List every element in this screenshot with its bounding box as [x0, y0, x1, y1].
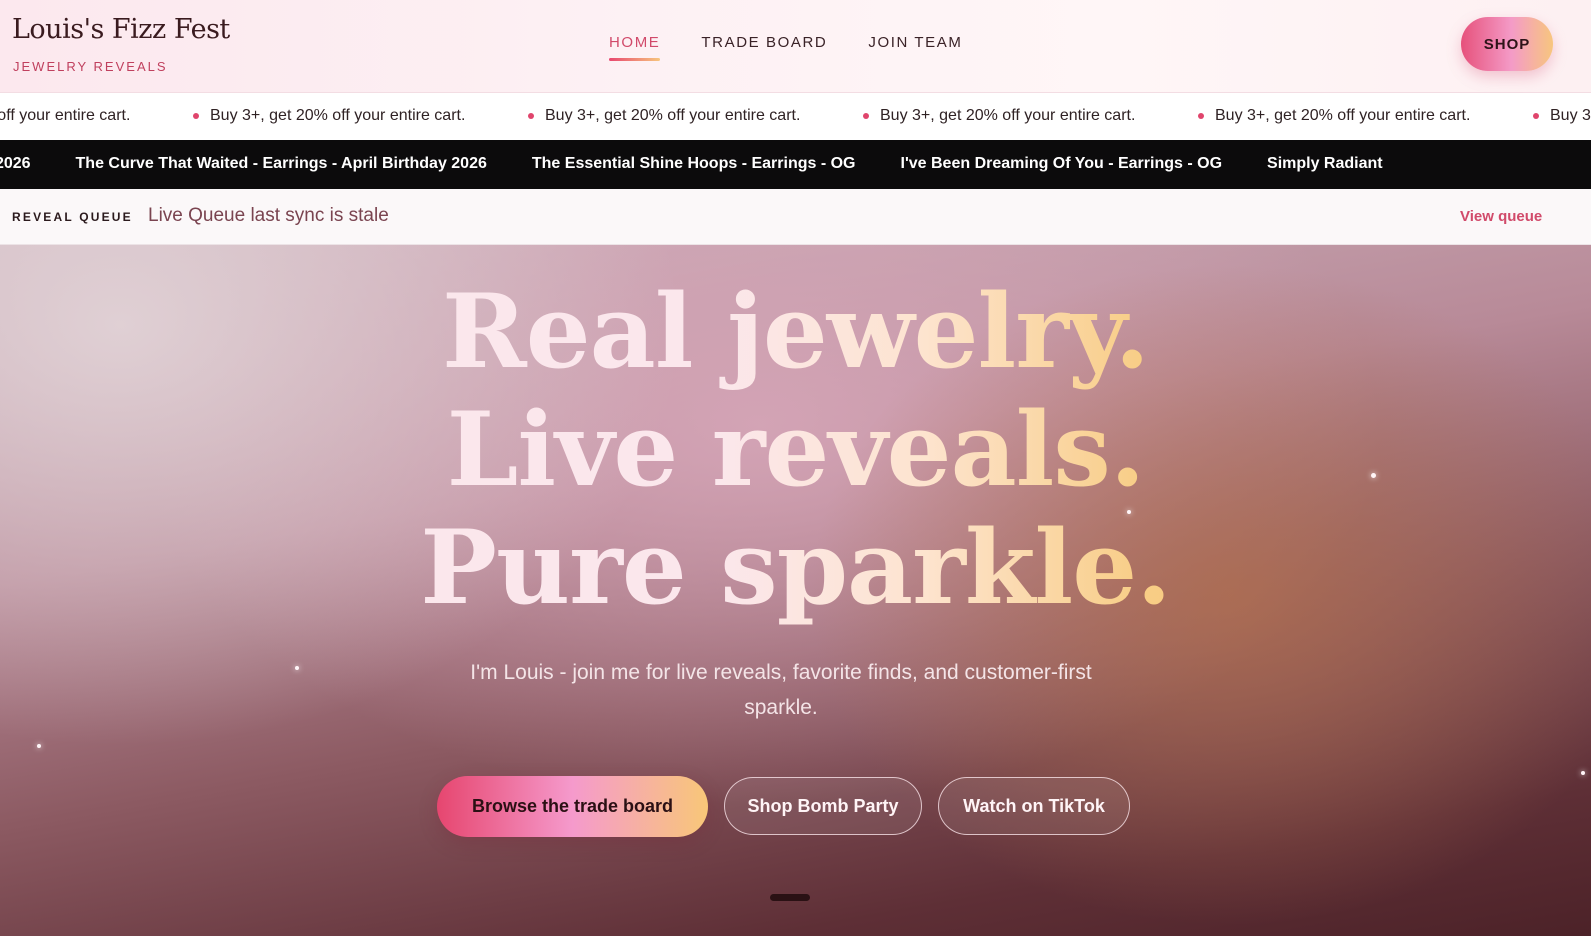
nav-trade-board[interactable]: TRADE BOARD: [701, 34, 827, 51]
promo-text: Buy 3+, get 20% off your entire cart.: [545, 107, 801, 124]
promo-item: Buy 3+, get 20% off your entire cart.: [863, 107, 1198, 125]
watch-tiktok-button[interactable]: Watch on TikTok: [938, 777, 1130, 835]
brand-title[interactable]: Louis's Fizz Fest: [12, 14, 230, 45]
ticker-item[interactable]: The Curve That Waited - Earrings - April…: [76, 155, 487, 173]
bullet-dot-icon: [1198, 113, 1204, 119]
bullet-dot-icon: [528, 113, 534, 119]
ticker-item[interactable]: The Essential Shine Hoops - Earrings - O…: [532, 155, 856, 173]
sparkle-icon: [1581, 771, 1585, 775]
promo-item: Buy 3+, get 20% off your entire cart.: [1533, 107, 1591, 125]
promo-item: Buy 3+, get 20% off your entire cart.: [193, 107, 528, 125]
scroll-indicator[interactable]: [770, 894, 810, 901]
bullet-dot-icon: [863, 113, 869, 119]
hero-cta-row: Browse the trade board Shop Bomb Party W…: [437, 776, 1130, 837]
hero-headline: Real jewelry. Live reveals. Pure sparkle…: [0, 273, 1591, 627]
promo-strip: Buy 3+, get 20% off your entire cart. Bu…: [0, 93, 1591, 140]
promo-text: Buy 3+, get 20% off your entire cart.: [880, 107, 1136, 124]
sparkle-icon: [295, 666, 299, 670]
bullet-dot-icon: [193, 113, 199, 119]
promo-text: Buy 3+, get 20% off your entire cart.: [1215, 107, 1471, 124]
shop-button[interactable]: SHOP: [1461, 17, 1553, 71]
sparkle-icon: [37, 744, 41, 748]
promo-track: Buy 3+, get 20% off your entire cart. Bu…: [0, 107, 1591, 125]
promo-item: Buy 3+, get 20% off your entire cart.: [1198, 107, 1533, 125]
promo-item: Buy 3+, get 20% off your entire cart.: [528, 107, 863, 125]
bullet-dot-icon: [1533, 113, 1539, 119]
promo-text: Buy 3+, get 20% off your entire cart.: [1550, 107, 1591, 124]
product-ticker: Earrings - July Birthday 2026 The Curve …: [0, 140, 1591, 189]
shop-bomb-party-button[interactable]: Shop Bomb Party: [724, 777, 922, 835]
ticker-item[interactable]: Earrings - July Birthday 2026: [0, 155, 31, 173]
view-queue-link[interactable]: View queue: [1460, 208, 1542, 225]
headline-line: Pure sparkle.: [420, 508, 1171, 628]
ticker-item[interactable]: Simply Radiant: [1267, 155, 1383, 173]
headline-line: Live reveals.: [446, 390, 1145, 510]
promo-item: Buy 3+, get 20% off your entire cart.: [0, 107, 193, 125]
main-nav: HOME TRADE BOARD JOIN TEAM: [609, 34, 963, 61]
hero-section: Real jewelry. Live reveals. Pure sparkle…: [0, 245, 1591, 936]
brand-subtitle: JEWELRY REVEALS: [13, 59, 168, 74]
ticker-track: Earrings - July Birthday 2026 The Curve …: [0, 155, 1383, 173]
nav-home[interactable]: HOME: [609, 34, 661, 61]
site-header: Louis's Fizz Fest JEWELRY REVEALS HOME T…: [0, 0, 1591, 93]
hero-subtitle: I'm Louis - join me for live reveals, fa…: [470, 661, 1092, 719]
promo-text: Buy 3+, get 20% off your entire cart.: [210, 107, 466, 124]
queue-label: REVEAL QUEUE: [12, 210, 133, 224]
headline-line: Real jewelry.: [441, 272, 1150, 392]
browse-trade-board-button[interactable]: Browse the trade board: [437, 776, 708, 837]
nav-join-team[interactable]: JOIN TEAM: [868, 34, 962, 51]
ticker-item[interactable]: I've Been Dreaming Of You - Earrings - O…: [901, 155, 1223, 173]
promo-text: Buy 3+, get 20% off your entire cart.: [0, 107, 131, 124]
reveal-queue-bar: REVEAL QUEUE Live Queue last sync is sta…: [0, 189, 1591, 245]
queue-status: Live Queue last sync is stale: [148, 205, 389, 226]
